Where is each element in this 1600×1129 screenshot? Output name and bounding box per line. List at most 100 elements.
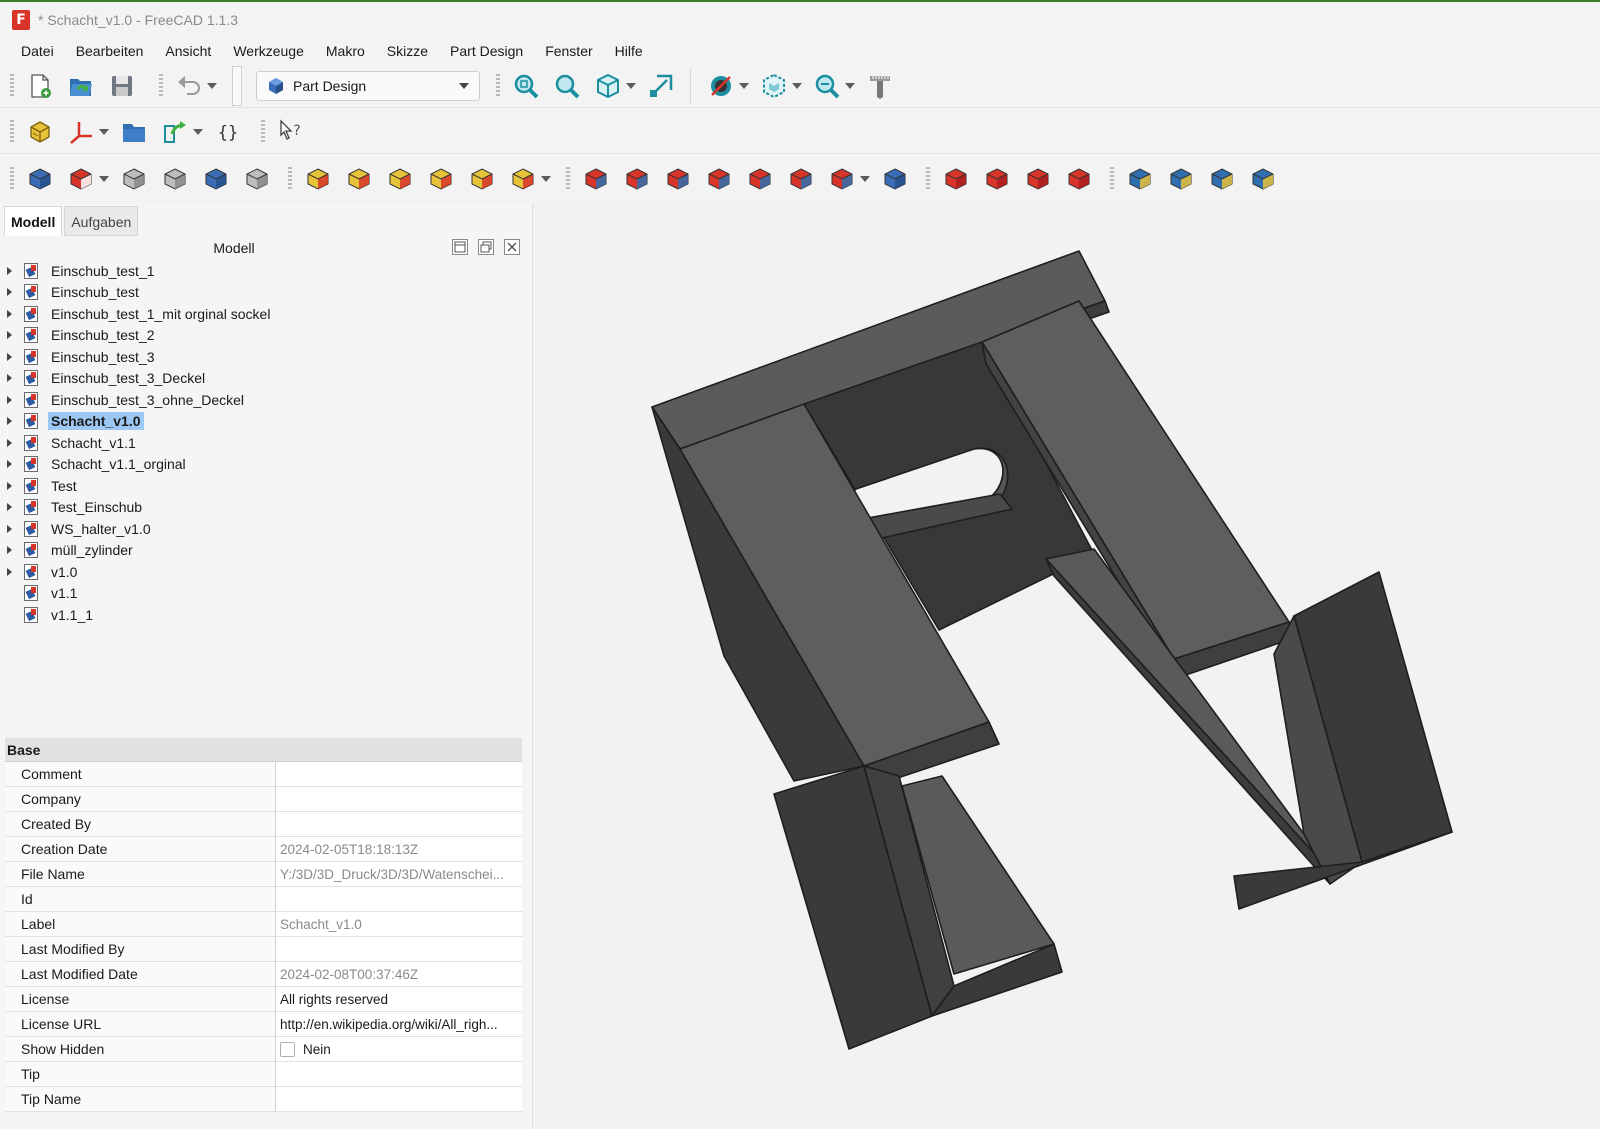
property-value[interactable]: Y:/3D/3D_Druck/3D/3D/Watenschei...: [276, 862, 522, 886]
coordinate-system-dropdown-arrow-icon[interactable]: [98, 114, 110, 150]
additive-loft-button[interactable]: [382, 161, 418, 197]
expand-arrow-icon[interactable]: [0, 540, 20, 560]
multi-transform-button[interactable]: [1245, 161, 1281, 197]
sketch-button[interactable]: [63, 161, 99, 197]
property-row[interactable]: Company: [5, 787, 522, 812]
align-to-selection-button[interactable]: [643, 68, 679, 104]
draft-button[interactable]: [1020, 161, 1056, 197]
expand-arrow-icon[interactable]: [0, 390, 20, 410]
property-row[interactable]: License URL http://en.wikipedia.org/wiki/…: [5, 1012, 522, 1037]
pad-button[interactable]: [300, 161, 336, 197]
toolbar-grip[interactable]: [926, 167, 930, 191]
toolbar-grip[interactable]: [1110, 167, 1114, 191]
menu-makro[interactable]: Makro: [315, 43, 376, 59]
expand-arrow-icon[interactable]: [0, 562, 20, 582]
measure-button[interactable]: [862, 68, 898, 104]
additive-primitive-dropdown-arrow-icon[interactable]: [540, 161, 552, 197]
toolbar-grip[interactable]: [261, 119, 265, 144]
menu-hilfe[interactable]: Hilfe: [604, 43, 654, 59]
expand-arrow-icon[interactable]: [0, 454, 20, 474]
tree-item[interactable]: Schacht_v1.0: [0, 411, 533, 433]
sketch-dropdown-arrow-icon[interactable]: [98, 161, 110, 197]
draw-style-dropdown-arrow-icon[interactable]: [738, 68, 750, 104]
property-row[interactable]: Last Modified By: [5, 937, 522, 962]
toolbar-grip[interactable]: [566, 167, 570, 191]
tree-item[interactable]: Test_Einschub: [0, 497, 533, 519]
menu-datei[interactable]: Datei: [10, 43, 65, 59]
expand-arrow-icon[interactable]: [0, 368, 20, 388]
additive-primitive-button[interactable]: [505, 161, 541, 197]
expand-arrow-icon[interactable]: [0, 497, 20, 517]
expand-arrow-icon[interactable]: [0, 411, 20, 431]
tree-item[interactable]: Schacht_v1.1_orginal: [0, 454, 533, 476]
link-dropdown-arrow-icon[interactable]: [192, 114, 204, 150]
thickness-button[interactable]: [1061, 161, 1097, 197]
validate-sketch-button[interactable]: [116, 161, 152, 197]
property-value[interactable]: [276, 887, 522, 911]
pocket-button[interactable]: [578, 161, 614, 197]
menu-bearbeiten[interactable]: Bearbeiten: [65, 43, 155, 59]
property-row[interactable]: Creation Date 2024-02-05T18:18:13Z: [5, 837, 522, 862]
subtractive-pipe-button[interactable]: [742, 161, 778, 197]
property-value[interactable]: All rights reserved: [276, 987, 522, 1011]
tree-item[interactable]: Einschub_test_3: [0, 346, 533, 368]
property-row[interactable]: Show Hidden Nein: [5, 1037, 522, 1062]
revolution-button[interactable]: [341, 161, 377, 197]
tree-item[interactable]: v1.0: [0, 561, 533, 583]
show-hidden-checkbox[interactable]: [280, 1041, 295, 1057]
body-button[interactable]: [22, 161, 58, 197]
property-row[interactable]: Label Schacht_v1.0: [5, 912, 522, 937]
tree-item[interactable]: Einschub_test_2: [0, 325, 533, 347]
property-value[interactable]: [276, 812, 522, 836]
expand-arrow-icon[interactable]: [0, 476, 20, 496]
property-value[interactable]: Nein: [276, 1037, 522, 1061]
property-row[interactable]: File Name Y:/3D/3D_Druck/3D/3D/Watenschei…: [5, 862, 522, 887]
tree-item[interactable]: Einschub_test_1: [0, 260, 533, 282]
toolbar-grip[interactable]: [10, 73, 14, 98]
menu-ansicht[interactable]: Ansicht: [154, 43, 222, 59]
bounding-box-dropdown-arrow-icon[interactable]: [791, 68, 803, 104]
3d-viewport[interactable]: [534, 204, 1600, 1129]
additive-pipe-button[interactable]: [423, 161, 459, 197]
collapse-panel-button[interactable]: [452, 239, 468, 255]
subtractive-primitive-dropdown-arrow-icon[interactable]: [859, 161, 871, 197]
draw-style-button[interactable]: [703, 68, 739, 104]
shape-binder-button[interactable]: [157, 161, 193, 197]
undo-dropdown-arrow-icon[interactable]: [206, 68, 218, 104]
additive-helix-button[interactable]: [464, 161, 500, 197]
zoom-dropdown-arrow-icon[interactable]: [844, 68, 856, 104]
expand-arrow-icon[interactable]: [0, 347, 20, 367]
tree-item[interactable]: Einschub_test_3_ohne_Deckel: [0, 389, 533, 411]
clone-button[interactable]: [239, 161, 275, 197]
bounding-box-button[interactable]: [756, 68, 792, 104]
zoom-button[interactable]: [809, 68, 845, 104]
toolbar-grip[interactable]: [496, 73, 500, 98]
tree-item[interactable]: müll_zylinder: [0, 540, 533, 562]
property-row[interactable]: Comment: [5, 762, 522, 787]
whats-this-button[interactable]: ?: [273, 114, 309, 150]
toolbar-grip[interactable]: [288, 167, 292, 191]
new-document-button[interactable]: [22, 68, 58, 104]
menu-skizze[interactable]: Skizze: [376, 43, 439, 59]
expand-arrow-icon[interactable]: [0, 304, 20, 324]
subtractive-helix-button[interactable]: [783, 161, 819, 197]
property-value[interactable]: [276, 937, 522, 961]
variable-set-button[interactable]: {}: [210, 114, 246, 150]
create-part-button[interactable]: [22, 114, 58, 150]
expand-arrow-icon[interactable]: [0, 282, 20, 302]
tree-item[interactable]: v1.1: [0, 583, 533, 605]
property-row[interactable]: Created By: [5, 812, 522, 837]
property-value[interactable]: http://en.wikipedia.org/wiki/All_righ...: [276, 1012, 522, 1036]
isometric-view-button[interactable]: [590, 68, 626, 104]
workbench-selector[interactable]: Part Design: [256, 70, 480, 101]
menu-fenster[interactable]: Fenster: [534, 43, 603, 59]
tree-item[interactable]: Einschub_test_3_Deckel: [0, 368, 533, 390]
mirrored-button[interactable]: [1122, 161, 1158, 197]
view-dropdown-arrow-icon[interactable]: [625, 68, 637, 104]
expand-arrow-icon[interactable]: [0, 433, 20, 453]
property-value[interactable]: [276, 762, 522, 786]
float-panel-button[interactable]: [478, 239, 494, 255]
tab-modell[interactable]: Modell: [4, 206, 63, 236]
hole-button[interactable]: [619, 161, 655, 197]
groove-button[interactable]: [660, 161, 696, 197]
